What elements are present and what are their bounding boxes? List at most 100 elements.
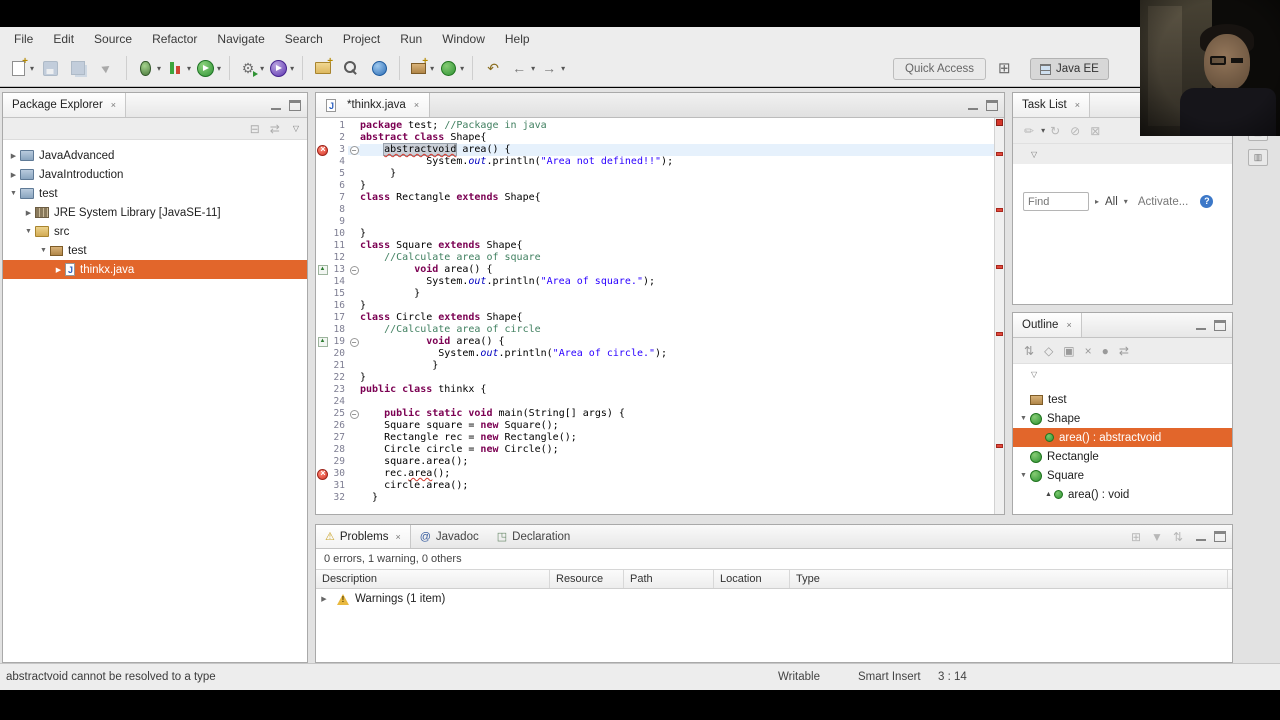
- package-explorer-item-src[interactable]: ▼ src: [3, 222, 307, 241]
- collapse-arrow-icon[interactable]: ▼: [1017, 415, 1030, 422]
- collapse-arrow-icon[interactable]: ▼: [37, 247, 50, 254]
- scope-all-label[interactable]: All: [1105, 196, 1118, 208]
- code-line-9[interactable]: 9: [316, 216, 994, 228]
- find-input[interactable]: [1023, 192, 1089, 211]
- remove-task-icon[interactable]: ⊠: [1090, 124, 1100, 138]
- maximize-icon[interactable]: [1214, 319, 1226, 331]
- outline-tab[interactable]: Outline ×: [1013, 313, 1082, 337]
- open-web-browser-button[interactable]: [367, 55, 391, 81]
- code-line-27[interactable]: 27 Rectangle rec = new Rectangle();: [316, 432, 994, 444]
- coverage-button[interactable]: ▾: [165, 55, 191, 81]
- link-with-editor-icon[interactable]: ⇄: [270, 122, 280, 136]
- code-line-7[interactable]: 7 class Rectangle extends Shape{: [316, 192, 994, 204]
- dropdown-arrow-icon[interactable]: ▾: [1041, 126, 1045, 135]
- package-explorer-item-javaintroduction[interactable]: ▶ JavaIntroduction: [3, 165, 307, 184]
- column-header-path[interactable]: Path: [624, 570, 714, 588]
- back-button[interactable]: ▾: [509, 55, 535, 81]
- code-line-19[interactable]: 19− void area() {: [316, 336, 994, 348]
- focus-on-active-task-icon[interactable]: ⇅: [1173, 530, 1183, 544]
- maximize-icon[interactable]: [986, 99, 998, 111]
- save-button[interactable]: [38, 55, 62, 81]
- outline-item-test[interactable]: test: [1013, 390, 1232, 409]
- menu-item-edit[interactable]: Edit: [43, 32, 84, 46]
- expand-arrow-icon[interactable]: ▶: [52, 266, 65, 274]
- minimize-icon[interactable]: [1195, 531, 1207, 542]
- minimized-view-2-icon[interactable]: ▥: [1248, 149, 1268, 166]
- sort-icon[interactable]: ⇅: [1024, 344, 1034, 358]
- expand-arrow-icon[interactable]: ▶: [316, 595, 332, 603]
- outline-item-area-void[interactable]: ▲ area() : void: [1013, 485, 1232, 504]
- code-line-8[interactable]: 8: [316, 204, 994, 216]
- code-line-22[interactable]: 22}: [316, 372, 994, 384]
- package-explorer-tab[interactable]: Package Explorer ×: [3, 93, 127, 117]
- new-wizard-button[interactable]: ▾: [8, 55, 34, 81]
- perspective-java-ee-button[interactable]: Java EE: [1030, 58, 1109, 80]
- close-icon[interactable]: ×: [1075, 100, 1080, 110]
- code-line-13[interactable]: 13− void area() {: [316, 264, 994, 276]
- code-line-23[interactable]: 23 public class thinkx {: [316, 384, 994, 396]
- column-header-description[interactable]: Description: [316, 570, 550, 588]
- synchronize-icon[interactable]: ↻: [1050, 124, 1060, 138]
- minimize-icon[interactable]: [270, 100, 282, 111]
- task-list-tab[interactable]: Task List ×: [1013, 93, 1091, 117]
- hide-query-icon[interactable]: ⊘: [1070, 124, 1080, 138]
- hide-static-members-icon[interactable]: ▣: [1063, 344, 1074, 358]
- code-line-10[interactable]: 10}: [316, 228, 994, 240]
- code-line-25[interactable]: 25− public static void main(String[] arg…: [316, 408, 994, 420]
- code-line-31[interactable]: 31 circle.area();: [316, 480, 994, 492]
- dropdown-arrow-icon[interactable]: ▾: [30, 64, 34, 73]
- menu-item-run[interactable]: Run: [390, 32, 432, 46]
- code-line-4[interactable]: 4 System.out.println("Area not defined!!…: [316, 156, 994, 168]
- code-line-28[interactable]: 28 Circle circle = new Circle();: [316, 444, 994, 456]
- view-menu-icon[interactable]: ▽: [1031, 150, 1037, 159]
- code-line-14[interactable]: 14 System.out.println("Area of square.")…: [316, 276, 994, 288]
- hide-local-types-icon[interactable]: ●: [1102, 344, 1109, 358]
- dropdown-arrow-icon[interactable]: ▾: [460, 64, 464, 73]
- menu-item-file[interactable]: File: [4, 32, 43, 46]
- menu-item-help[interactable]: Help: [495, 32, 540, 46]
- open-perspective-icon[interactable]: ⊞: [998, 59, 1011, 77]
- code-line-5[interactable]: 5 }: [316, 168, 994, 180]
- run-button[interactable]: ▾: [195, 55, 221, 81]
- activate-link[interactable]: Activate...: [1138, 196, 1189, 208]
- code-line-24[interactable]: 24: [316, 396, 994, 408]
- collapse-fold-icon[interactable]: −: [349, 337, 359, 347]
- dropdown-arrow-icon[interactable]: ▾: [531, 64, 535, 73]
- save-all-button[interactable]: [66, 55, 90, 81]
- pointer-button[interactable]: [94, 55, 118, 81]
- last-edit-location-button[interactable]: [481, 55, 505, 81]
- quick-access-button[interactable]: Quick Access: [893, 58, 987, 80]
- expand-arrow-icon[interactable]: ▶: [7, 171, 20, 179]
- package-explorer-item-thinkx-java[interactable]: ▶ thinkx.java: [3, 260, 307, 279]
- outline-item-rectangle[interactable]: Rectangle: [1013, 447, 1232, 466]
- code-line-16[interactable]: 16}: [316, 300, 994, 312]
- code-line-2[interactable]: 2 abstract class Shape{: [316, 132, 994, 144]
- expand-arrow-icon[interactable]: ▶: [7, 152, 20, 160]
- dropdown-arrow-icon[interactable]: ▾: [157, 64, 161, 73]
- close-icon[interactable]: ×: [1066, 320, 1071, 330]
- group-by-icon[interactable]: ⊞: [1131, 530, 1141, 544]
- close-icon[interactable]: ×: [395, 532, 400, 542]
- dropdown-arrow-icon[interactable]: ▾: [1124, 197, 1128, 206]
- collapse-arrow-icon[interactable]: ▼: [7, 190, 20, 197]
- dropdown-arrow-icon[interactable]: ▾: [561, 64, 565, 73]
- debug-button[interactable]: ▾: [135, 55, 161, 81]
- dropdown-arrow-icon[interactable]: ▾: [217, 64, 221, 73]
- code-line-21[interactable]: 21 }: [316, 360, 994, 372]
- column-header-resource[interactable]: Resource: [550, 570, 624, 588]
- code-line-15[interactable]: 15 }: [316, 288, 994, 300]
- package-explorer-item-jre-system-library-javase-11[interactable]: ▶ JRE System Library [JavaSE-11]: [3, 203, 307, 222]
- package-explorer-item-test[interactable]: ▼ test: [3, 184, 307, 203]
- menu-item-search[interactable]: Search: [275, 32, 333, 46]
- new-class-button[interactable]: ▾: [438, 55, 464, 81]
- code-line-12[interactable]: 12 //Calculate area of square: [316, 252, 994, 264]
- code-editor[interactable]: 1 package test; //Package in java 2 abstrac…: [316, 118, 1004, 514]
- code-line-26[interactable]: 26 Square square = new Square();: [316, 420, 994, 432]
- new-package-button[interactable]: ▾: [408, 55, 434, 81]
- minimize-icon[interactable]: [1195, 320, 1207, 331]
- menu-item-window[interactable]: Window: [432, 32, 495, 46]
- run-external-tools-button[interactable]: ▾: [238, 55, 264, 81]
- collapse-fold-icon[interactable]: −: [349, 409, 359, 419]
- code-line-29[interactable]: 29 square.area();: [316, 456, 994, 468]
- link-with-editor-icon[interactable]: ⇄: [1119, 344, 1129, 358]
